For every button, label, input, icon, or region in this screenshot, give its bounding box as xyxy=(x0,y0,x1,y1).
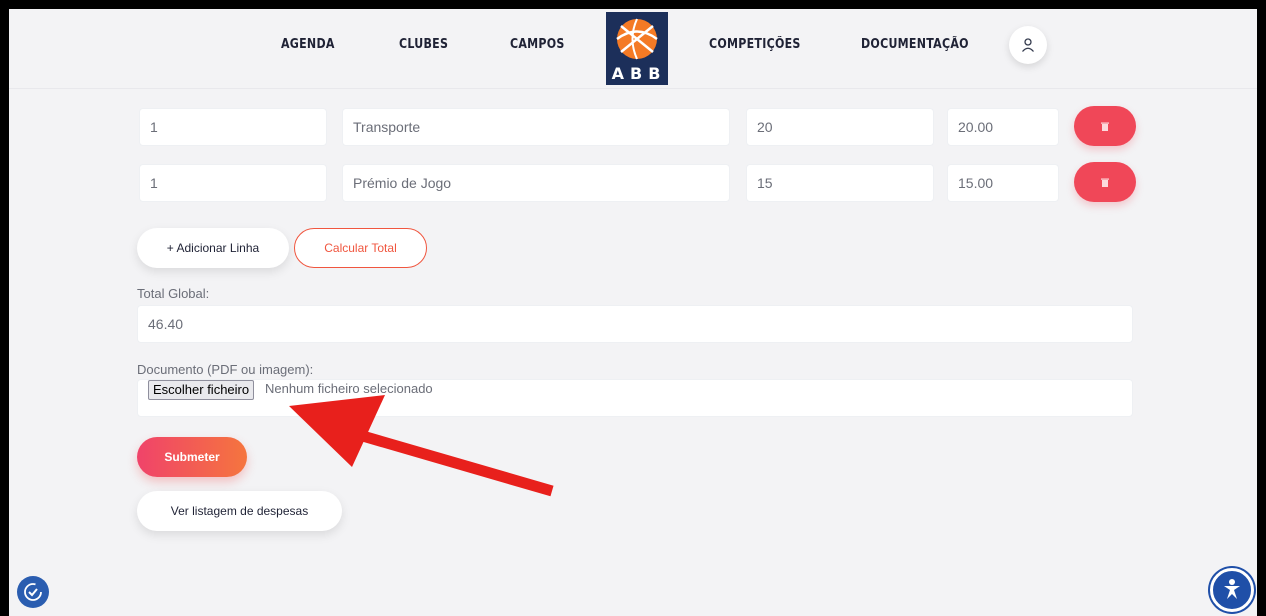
total-global-field: 46.40 xyxy=(137,305,1133,343)
nav-documentacao[interactable]: DOCUMENTAÇÃO xyxy=(861,37,969,52)
accessibility-icon[interactable] xyxy=(1210,568,1254,612)
nav-agenda[interactable]: AGENDA xyxy=(281,37,335,52)
document-file-input[interactable]: Escolher ficheiro Nenhum ficheiro seleci… xyxy=(137,379,1133,417)
site-header: AGENDA CLUBES CAMPOS ABB COMPETIÇÕES DOC… xyxy=(9,9,1257,89)
basketball-icon xyxy=(606,12,668,64)
row1-qty-input[interactable]: 1 xyxy=(139,108,327,146)
nav-competicoes[interactable]: COMPETIÇÕES xyxy=(709,37,801,52)
submit-button[interactable]: Submeter xyxy=(137,437,247,477)
row1-delete-button[interactable] xyxy=(1074,106,1136,146)
check-badge-icon xyxy=(24,583,42,601)
page-screen: AGENDA CLUBES CAMPOS ABB COMPETIÇÕES DOC… xyxy=(9,9,1257,616)
row2-value-input[interactable]: 15 xyxy=(746,164,934,202)
row2-description-input[interactable]: Prémio de Jogo xyxy=(342,164,730,202)
person-icon xyxy=(1224,579,1240,599)
row1-value-input[interactable]: 20 xyxy=(746,108,934,146)
row1-total-field: 20.00 xyxy=(947,108,1059,146)
abb-logo[interactable]: ABB xyxy=(606,12,668,85)
logo-text: ABB xyxy=(606,63,668,85)
row1-description-input[interactable]: Transporte xyxy=(342,108,730,146)
total-label: Total Global: xyxy=(137,286,210,301)
add-line-button[interactable]: + Adicionar Linha xyxy=(137,228,289,268)
user-icon xyxy=(1022,38,1034,52)
accessibility-check-icon[interactable] xyxy=(17,576,49,608)
choose-file-button[interactable]: Escolher ficheiro xyxy=(148,380,255,400)
nav-campos[interactable]: CAMPOS xyxy=(510,37,565,52)
file-status-text: Nenhum ficheiro selecionado xyxy=(265,381,433,396)
trash-icon xyxy=(1101,178,1109,187)
row2-delete-button[interactable] xyxy=(1074,162,1136,202)
row2-qty-input[interactable]: 1 xyxy=(139,164,327,202)
view-expenses-list-button[interactable]: Ver listagem de despesas xyxy=(137,491,342,531)
row2-total-field: 15.00 xyxy=(947,164,1059,202)
nav-clubes[interactable]: CLUBES xyxy=(399,37,448,52)
trash-icon xyxy=(1101,122,1109,131)
calculate-total-button[interactable]: Calcular Total xyxy=(294,228,427,268)
user-account-button[interactable] xyxy=(1009,26,1047,64)
document-label: Documento (PDF ou imagem): xyxy=(137,362,314,377)
